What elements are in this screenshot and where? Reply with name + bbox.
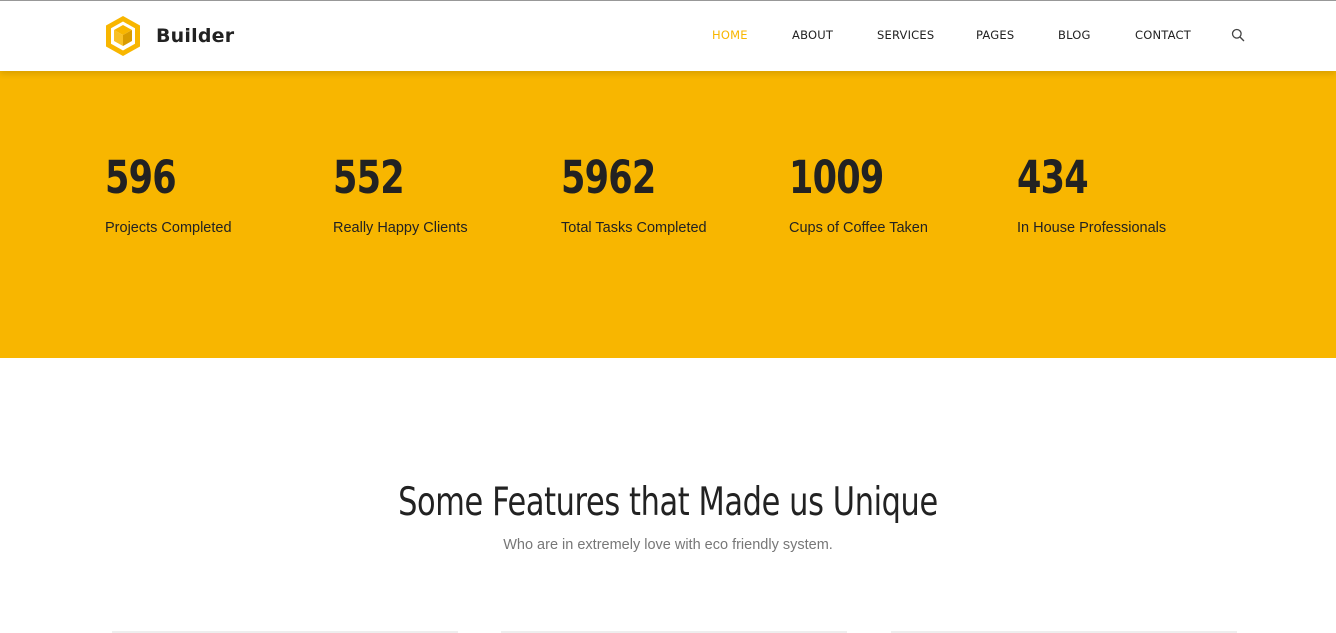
stat-coffee-cups: 1009 Cups of Coffee Taken [789, 155, 928, 236]
stat-happy-clients: 552 Really Happy Clients [333, 155, 468, 236]
features-title-text: Some Features that Made us Unique [398, 480, 938, 525]
site-header: Builder HOME ABOUT SERVICES PAGES BLOG C… [0, 1, 1336, 71]
search-icon[interactable] [1231, 28, 1245, 42]
stat-label: Really Happy Clients [333, 220, 468, 236]
nav-item-blog[interactable]: BLOG [1058, 28, 1091, 42]
stat-value: 5962 [561, 151, 656, 204]
features-title: Some Features that Made us Unique [0, 480, 1336, 525]
stats-banner: 596 Projects Completed 552 Really Happy … [0, 71, 1336, 358]
nav-item-contact[interactable]: CONTACT [1135, 28, 1191, 42]
features-section: Some Features that Made us Unique Who ar… [0, 358, 1336, 633]
nav-item-home[interactable]: HOME [712, 28, 748, 42]
stat-value: 1009 [789, 151, 884, 204]
stat-label: Cups of Coffee Taken [789, 220, 928, 236]
stat-value: 434 [1017, 151, 1089, 204]
stat-label: Total Tasks Completed [561, 220, 707, 236]
nav-item-services[interactable]: SERVICES [877, 28, 934, 42]
stat-value: 552 [333, 151, 405, 204]
nav-item-about[interactable]: ABOUT [792, 28, 833, 42]
stat-label: Projects Completed [105, 220, 232, 236]
main-nav: HOME ABOUT SERVICES PAGES BLOG CONTACT [0, 1, 1336, 71]
stat-value: 596 [105, 151, 177, 204]
stat-projects-completed: 596 Projects Completed [105, 155, 232, 236]
nav-item-pages[interactable]: PAGES [976, 28, 1014, 42]
stat-label: In House Professionals [1017, 220, 1167, 236]
stat-tasks-completed: 5962 Total Tasks Completed [561, 155, 707, 236]
stat-in-house-professionals: 434 In House Professionals [1017, 155, 1166, 236]
features-subtitle: Who are in extremely love with eco frien… [503, 537, 833, 553]
